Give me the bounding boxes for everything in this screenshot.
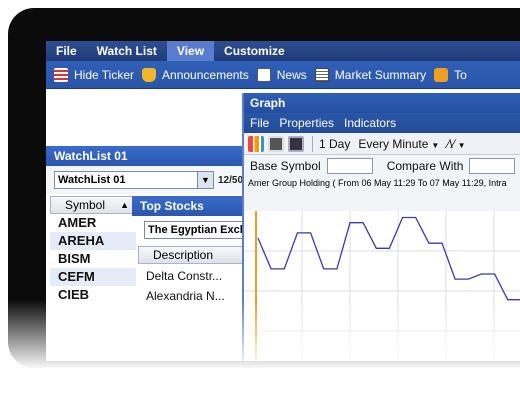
news-button[interactable]: News [256,67,307,82]
menu-watch-list[interactable]: Watch List [87,41,167,61]
compare-with-label: Compare With [386,159,464,173]
chevron-down-icon: ▼ [457,140,466,150]
symbol-column-header[interactable]: Symbol ▲ [50,196,136,214]
table-row[interactable]: AMER [50,214,136,232]
base-symbol-label: Base Symbol [250,159,321,173]
period-dropdown[interactable]: 1 Day [319,137,350,151]
ticker-icon [54,67,68,82]
news-icon [256,67,271,82]
hide-ticker-label: Hide Ticker [74,67,135,82]
interval-dropdown[interactable]: Every Minute ▼ [358,137,439,151]
plot-background [244,211,520,361]
table-row[interactable]: CIEB [50,286,136,304]
price-chart[interactable] [244,211,520,361]
news-label: News [276,67,307,82]
graph-window-title: Graph [244,93,520,113]
table-row[interactable]: AREHA [50,232,136,250]
announcement-icon [142,67,157,82]
symbol-reflection: CEFM [100,359,137,361]
graph-menu-file[interactable]: File [250,116,269,130]
period-value: 1 Day [319,136,351,151]
compare-with-input[interactable] [469,158,516,174]
graph-parameters: Base Symbol Compare With [244,155,520,177]
watchlist-count: 12/50 [218,175,244,186]
base-symbol-input[interactable] [326,158,373,174]
watchlist-panel-title: WatchList 01 [46,146,246,166]
menu-customize[interactable]: Customize [214,41,295,61]
top-stocks-icon [434,67,449,82]
table-row[interactable]: BISM [50,250,136,268]
graph-toolbar: 1 Day Every Minute ▼ ⁄\⁄ ▼ [244,133,520,155]
save-icon[interactable] [288,135,304,152]
market-summary-button[interactable]: Market Summary [314,67,427,82]
announcements-button[interactable]: Announcements [142,67,249,82]
top-stocks-button[interactable]: To [434,67,467,82]
main-toolbar: Hide Ticker Announcements News Market Su… [46,61,520,89]
top-stocks-label: To [454,67,467,82]
menu-file[interactable]: File [46,41,87,61]
app-screen: File Watch List View Customize Hide Tick… [46,41,520,361]
table-row[interactable]: CEFM [50,268,136,286]
graph-menu-indicators[interactable]: Indicators [344,116,396,130]
chevron-down-icon: ▼ [431,140,440,150]
graph-window: Graph File Properties Indicators 1 Day E… [242,93,520,361]
toolbar-divider [312,135,313,152]
watchlist-select-row: WatchList 01 ▼ 12/50 [46,166,246,194]
hide-ticker-button[interactable]: Hide Ticker [54,67,135,82]
sort-ascending-icon: ▲ [120,200,129,210]
interval-value: Every Minute [358,136,429,151]
graph-menu-properties[interactable]: Properties [279,116,334,130]
chart-type-icon[interactable] [248,135,264,152]
announcements-label: Announcements [162,67,249,82]
menubar: File Watch List View Customize [46,41,520,61]
menu-view[interactable]: View [166,41,215,61]
graph-menubar: File Properties Indicators [244,113,520,133]
print-icon[interactable] [268,135,284,152]
watchlist-dropdown[interactable]: WatchList 01 ▼ [54,171,214,189]
market-summary-label: Market Summary [334,67,427,82]
chevron-down-icon[interactable]: ▼ [197,172,213,188]
symbol-column-label: Symbol [65,198,106,212]
watchlist-dropdown-value: WatchList 01 [58,174,126,186]
chart-caption: Amer Group Holding ( From 06 May 11:29 T… [248,178,507,188]
market-summary-icon [314,67,329,82]
line-style-dropdown[interactable]: ⁄\⁄ ▼ [447,137,465,151]
symbol-table: Symbol ▲ AMER AREHA BISM CEFM CIEB [50,196,136,304]
